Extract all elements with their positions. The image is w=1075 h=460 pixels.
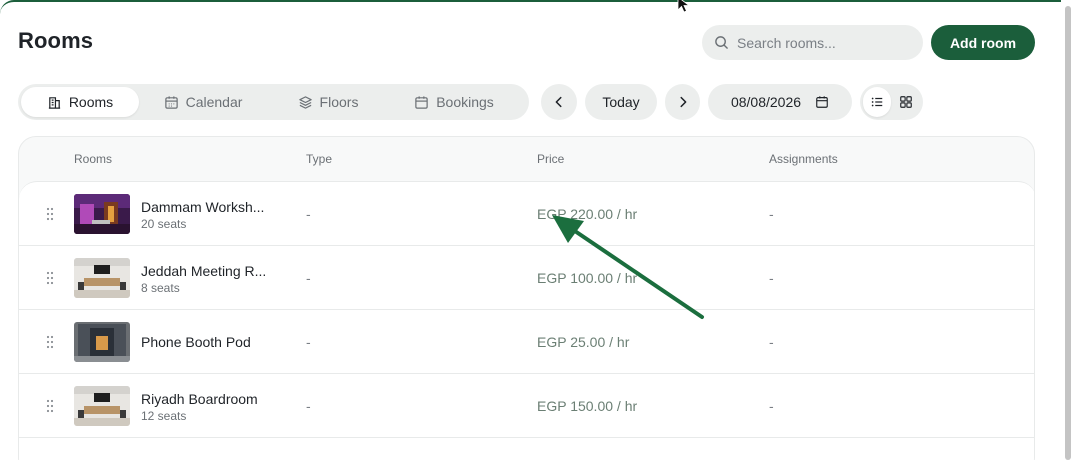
list-view-button[interactable]: [863, 87, 891, 117]
room-price: EGP 100.00 / hr: [537, 270, 638, 286]
room-price: EGP 150.00 / hr: [537, 398, 638, 414]
tab-floors[interactable]: Floors: [267, 87, 389, 117]
room-assignments: -: [769, 270, 774, 286]
building-icon: [48, 96, 60, 109]
room-assignments: -: [769, 398, 774, 414]
calendar-icon: [415, 95, 428, 109]
room-price: EGP 220.00 / hr: [537, 206, 638, 222]
room-name[interactable]: Jeddah Meeting R...: [141, 263, 266, 279]
room-type: -: [306, 334, 311, 350]
date-value: 08/08/2026: [730, 94, 802, 110]
today-button[interactable]: Today: [585, 84, 657, 120]
room-assignments: -: [769, 206, 774, 222]
room-type: -: [306, 206, 311, 222]
column-header-price[interactable]: Price: [537, 152, 564, 166]
table-row[interactable]: Riyadh Boardroom 12 seats - EGP 150.00 /…: [19, 374, 1034, 438]
grid-view-button[interactable]: [893, 87, 921, 117]
table-row[interactable]: Dammam Worksh... 20 seats - EGP 220.00 /…: [19, 182, 1034, 246]
drag-handle-icon[interactable]: [46, 271, 54, 285]
drag-handle-icon[interactable]: [46, 399, 54, 413]
tab-label: Rooms: [68, 94, 114, 110]
previous-date-button[interactable]: [541, 84, 577, 120]
room-name[interactable]: Riyadh Boardroom: [141, 391, 258, 407]
column-header-type[interactable]: Type: [306, 152, 332, 166]
room-thumbnail: [74, 322, 130, 362]
room-seats: 8 seats: [141, 281, 180, 295]
room-assignments: -: [769, 334, 774, 350]
table-body: Dammam Worksh... 20 seats - EGP 220.00 /…: [19, 181, 1034, 460]
table-header: Rooms Type Price Assignments: [19, 137, 1034, 181]
column-header-assignments[interactable]: Assignments: [769, 152, 838, 166]
calendar-icon: [816, 96, 828, 108]
view-toggle: [860, 84, 923, 120]
page-title: Rooms: [18, 28, 94, 53]
room-seats: 20 seats: [141, 217, 187, 231]
chevron-left-icon: [555, 96, 562, 108]
tab-rooms[interactable]: Rooms: [21, 87, 139, 117]
layers-icon: [298, 95, 312, 109]
search-input[interactable]: [737, 34, 907, 51]
table-row-partial[interactable]: [19, 438, 1034, 460]
page-scrollbar[interactable]: [1061, 0, 1075, 460]
room-type: -: [306, 398, 311, 414]
list-view-icon: [871, 97, 882, 107]
room-type: -: [306, 270, 311, 286]
column-header-rooms[interactable]: Rooms: [74, 152, 112, 166]
chevron-right-icon: [679, 96, 686, 108]
room-price: EGP 25.00 / hr: [537, 334, 630, 350]
table-row[interactable]: Jeddah Meeting R... 8 seats - EGP 100.00…: [19, 246, 1034, 310]
room-thumbnail: [74, 386, 130, 426]
mouse-cursor-icon: [677, 0, 691, 13]
room-seats: 12 seats: [141, 409, 187, 423]
next-date-button[interactable]: [665, 84, 700, 120]
room-thumbnail: [74, 258, 130, 298]
drag-handle-icon[interactable]: [46, 207, 54, 221]
tab-label: Calendar: [185, 94, 243, 110]
room-thumbnail: [74, 194, 130, 234]
room-name[interactable]: Dammam Worksh...: [141, 199, 264, 215]
tab-calendar[interactable]: Calendar: [139, 87, 267, 117]
date-picker[interactable]: 08/08/2026: [708, 84, 852, 120]
drag-handle-icon[interactable]: [46, 335, 54, 349]
room-name[interactable]: Phone Booth Pod: [141, 334, 251, 350]
tab-label: Floors: [319, 94, 359, 110]
search-icon: [715, 36, 728, 49]
calendar-icon: [164, 95, 178, 109]
view-tabs: Rooms Calendar Floors Bookings: [18, 84, 529, 120]
tab-bookings[interactable]: Bookings: [389, 87, 519, 117]
rooms-table: Rooms Type Price Assignments Dammam Work…: [18, 136, 1035, 460]
search-box[interactable]: [702, 25, 923, 60]
tab-label: Bookings: [436, 94, 494, 110]
grid-view-icon: [900, 96, 913, 108]
scrollbar-thumb[interactable]: [1065, 6, 1071, 460]
table-row[interactable]: Phone Booth Pod - EGP 25.00 / hr -: [19, 310, 1034, 374]
add-room-button[interactable]: Add room: [931, 25, 1035, 60]
